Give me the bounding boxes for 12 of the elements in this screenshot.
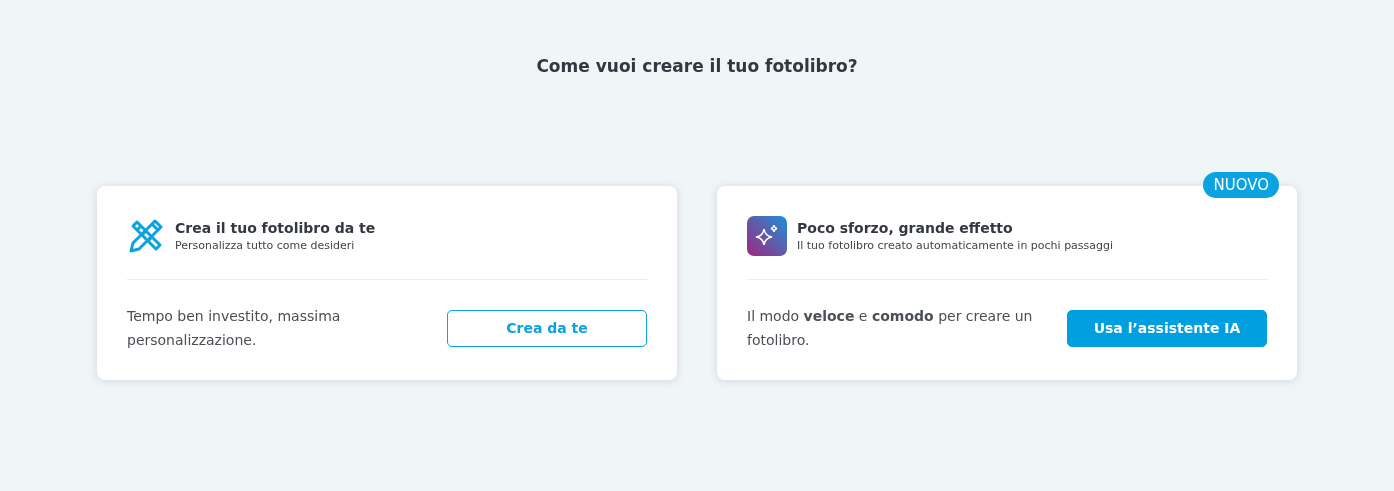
card-subtitle: Il tuo fotolibro creato automaticamente in pochi passaggi bbox=[797, 239, 1114, 252]
action-button[interactable]: Crea da te bbox=[447, 309, 647, 347]
page-heading: Come vuoi creare il tuo fotolibro? bbox=[536, 56, 858, 76]
card-title: Poco sforzo, grande effetto bbox=[797, 220, 1014, 236]
action-button[interactable]: Usa l’assistente IA bbox=[1067, 309, 1267, 347]
card-title: Crea il tuo fotolibro da te bbox=[175, 220, 376, 236]
card-description: Tempo ben investito, massima personalizzazione. bbox=[127, 307, 342, 350]
new-badge: NUOVO bbox=[1203, 172, 1279, 198]
card-subtitle: Personalizza tutto come desideri bbox=[175, 239, 356, 252]
sparkle-icon bbox=[747, 216, 787, 256]
pencil-ruler-icon bbox=[127, 217, 165, 255]
card-description: Il modo veloce e comodo per creare un fotolibro. bbox=[747, 307, 1034, 350]
